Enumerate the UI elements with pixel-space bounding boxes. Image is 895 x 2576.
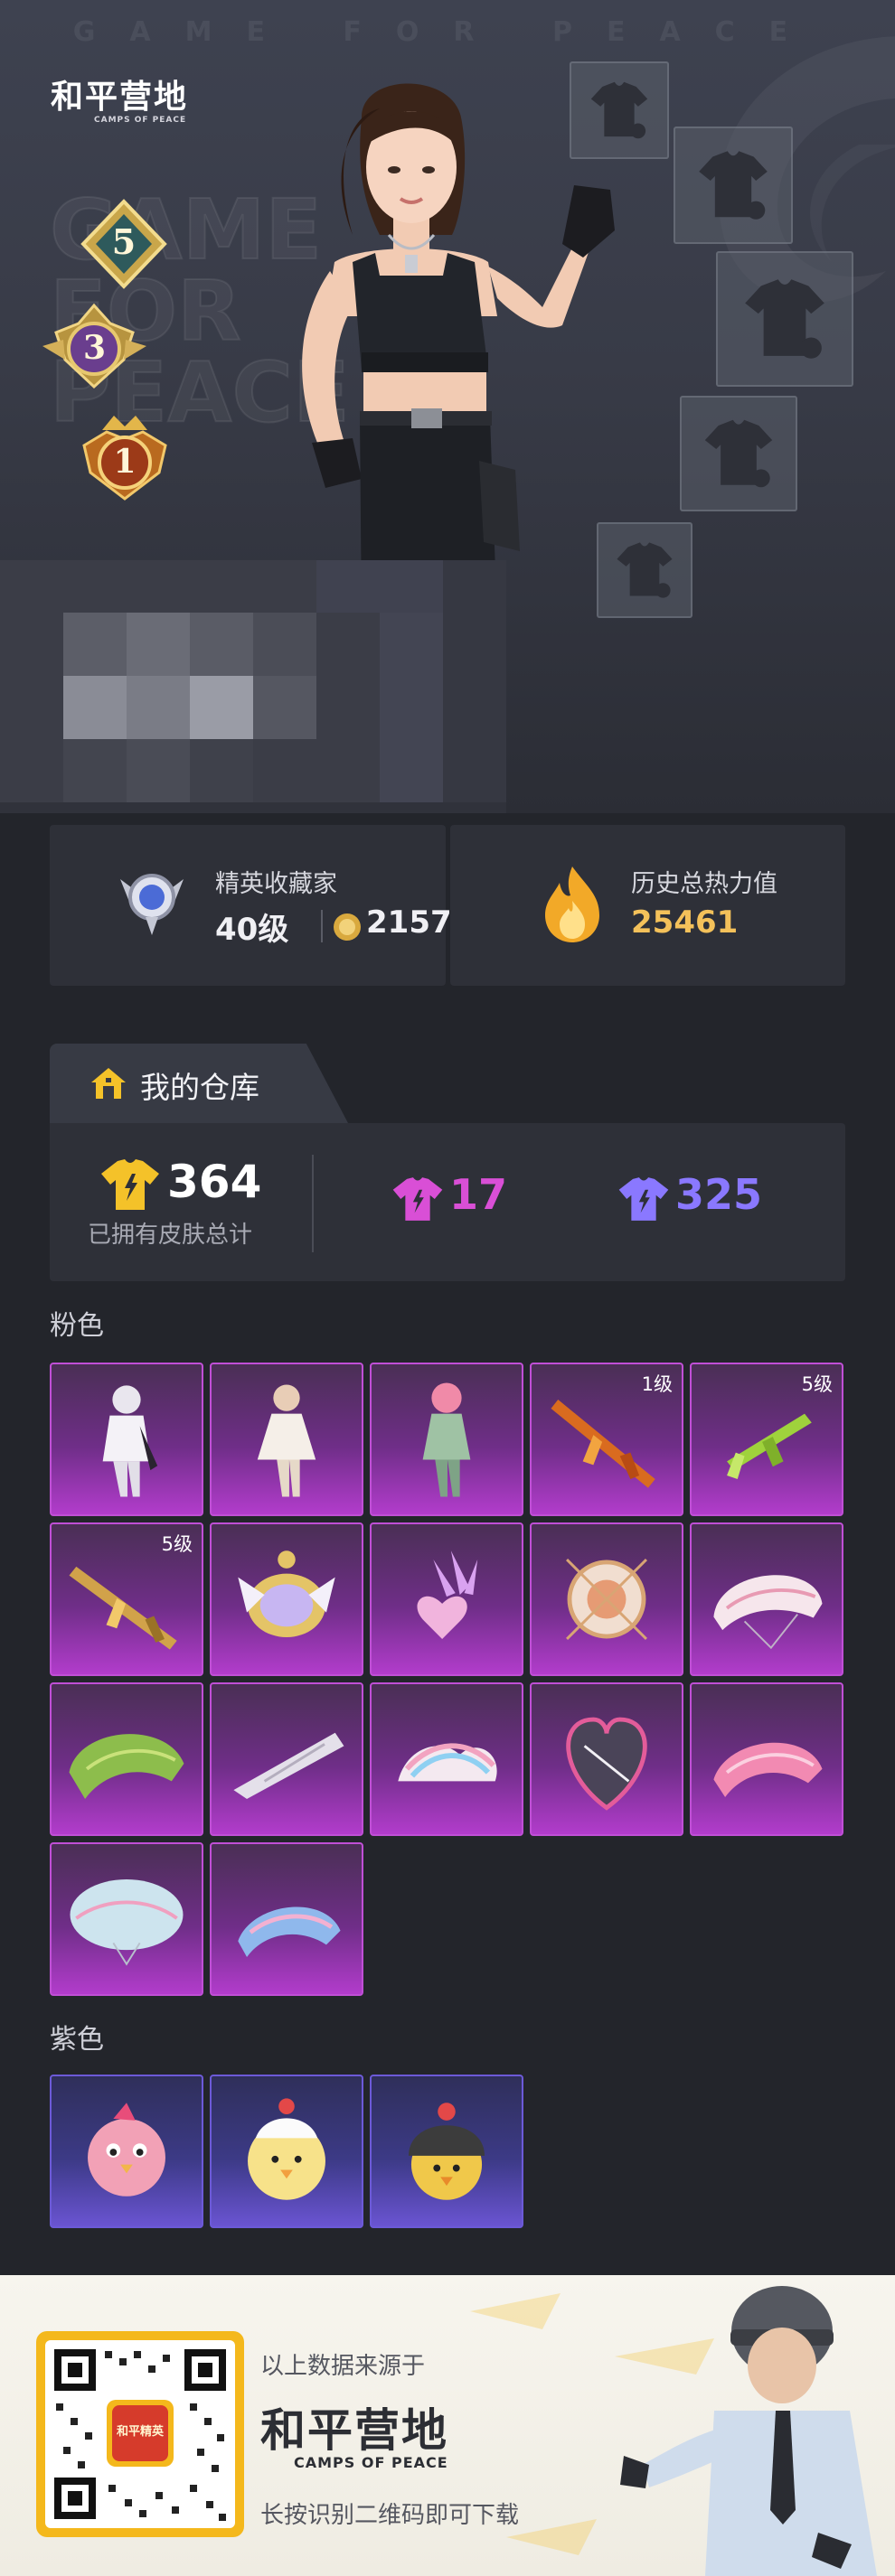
house-icon: [91, 1068, 126, 1099]
purple-section-label: 紫色: [50, 2024, 104, 2056]
rank-diamond-badge-icon: 5: [74, 194, 174, 294]
purple-skins-count: 325: [675, 1170, 763, 1219]
pink-shirt-icon: [392, 1177, 443, 1221]
skin-item-crystal-heart-charm[interactable]: [370, 1522, 523, 1676]
skin-item-winged-emblem[interactable]: [210, 1522, 363, 1676]
item-level-badge: 5级: [161, 1533, 193, 1555]
skin-item-dress-outfit[interactable]: [210, 1363, 363, 1516]
qr-code-icon[interactable]: 和平精英: [45, 2340, 235, 2528]
skin-item-gold-rifle[interactable]: 5级: [50, 1522, 203, 1676]
skin-item-blue-parachute[interactable]: [50, 1842, 203, 1996]
purple-shirt-icon: [618, 1177, 669, 1221]
skin-item-rainbow-cloud-glider[interactable]: [370, 1682, 523, 1836]
footer-logo-title: 和平营地: [260, 2404, 448, 2457]
skin-item-pink-hair-character[interactable]: [370, 1363, 523, 1516]
collector-title: 精英收藏家: [215, 870, 337, 898]
skin-item-heart-balloon[interactable]: [530, 1682, 683, 1836]
skin-item-white-outfit[interactable]: [50, 1363, 203, 1516]
shirt-slot-icon[interactable]: [716, 251, 853, 387]
skin-item-yellow-chick-mascot[interactable]: [210, 2075, 363, 2228]
coin-icon: [334, 913, 361, 941]
total-skins-label: 已拥有皮肤总计: [88, 1222, 253, 1249]
rank-number: 3: [82, 329, 107, 367]
item-level-badge: 1级: [641, 1373, 673, 1395]
skin-item-pink-glider[interactable]: [690, 1682, 843, 1836]
rank-crown-gold-badge-icon: 1: [71, 405, 179, 504]
soldier-character: [620, 2286, 877, 2576]
skin-item-silver-blade[interactable]: [210, 1682, 363, 1836]
data-source-text: 以上数据来源于: [260, 2353, 426, 2380]
skin-item-pink-parachute[interactable]: [690, 1522, 843, 1676]
shirt-slot-icon[interactable]: [680, 396, 797, 511]
scan-download-text: 长按识别二维码即可下载: [260, 2502, 520, 2529]
footer-logo-subtitle: CAMPS OF PEACE: [294, 2454, 448, 2471]
skin-item-pink-chick-mascot[interactable]: [50, 2075, 203, 2228]
skin-item-helmet-chick-mascot[interactable]: [370, 2075, 523, 2228]
heat-title: 历史总热力值: [631, 870, 777, 898]
skin-item-flame-rifle[interactable]: 1级: [530, 1363, 683, 1516]
qr-code-frame[interactable]: 和平精英: [36, 2331, 244, 2537]
collector-level: 40级: [215, 912, 289, 948]
warehouse-summary: 364 已拥有皮肤总计 17 325: [50, 1123, 845, 1281]
heat-value: 25461: [631, 904, 739, 941]
shirt-slot-icon[interactable]: [674, 126, 793, 244]
rank-number: 5: [111, 221, 137, 262]
skin-item-pastel-glider[interactable]: [210, 1842, 363, 1996]
footer-download-banner: 和平精英 以上数据来源于 和平营地 CAMPS OF PEACE 长按识别二维码…: [0, 2275, 895, 2576]
logo-subtitle: CAMPS OF PEACE: [94, 116, 187, 125]
gold-shirt-icon: [101, 1159, 159, 1210]
warehouse-title: 我的仓库: [140, 1070, 259, 1105]
heat-stat-card[interactable]: 历史总热力值 25461: [450, 825, 845, 986]
summary-divider: [312, 1155, 314, 1252]
qr-center-label: 和平精英: [116, 2425, 164, 2439]
item-level-badge: 5级: [801, 1373, 833, 1395]
stat-divider: [321, 910, 323, 942]
mosaic-overlay: [0, 560, 506, 813]
logo-title: 和平营地: [51, 79, 189, 116]
flame-icon: [545, 866, 599, 942]
app-logo: 和平营地 CAMPS OF PEACE: [51, 80, 204, 136]
collector-medal-icon: [120, 874, 184, 935]
warehouse-tab[interactable]: 我的仓库: [50, 1044, 348, 1123]
pink-section-label: 粉色: [50, 1310, 104, 1342]
skin-item-ornate-mirror-emblem[interactable]: [530, 1522, 683, 1676]
rank-crown-purple-badge-icon: 3: [38, 296, 151, 396]
hero-banner: GAME FOR PEACE GAME FOR PEACE 和平营地 CAMPS…: [0, 0, 895, 813]
rank-number: 1: [113, 443, 137, 481]
total-skins-count: 364: [167, 1156, 262, 1208]
collector-stat-card[interactable]: 精英收藏家 40级 21571: [50, 825, 473, 986]
skin-item-green-glider[interactable]: [50, 1682, 203, 1836]
skin-item-green-smg[interactable]: 5级: [690, 1363, 843, 1516]
pink-skins-count: 17: [449, 1170, 508, 1219]
